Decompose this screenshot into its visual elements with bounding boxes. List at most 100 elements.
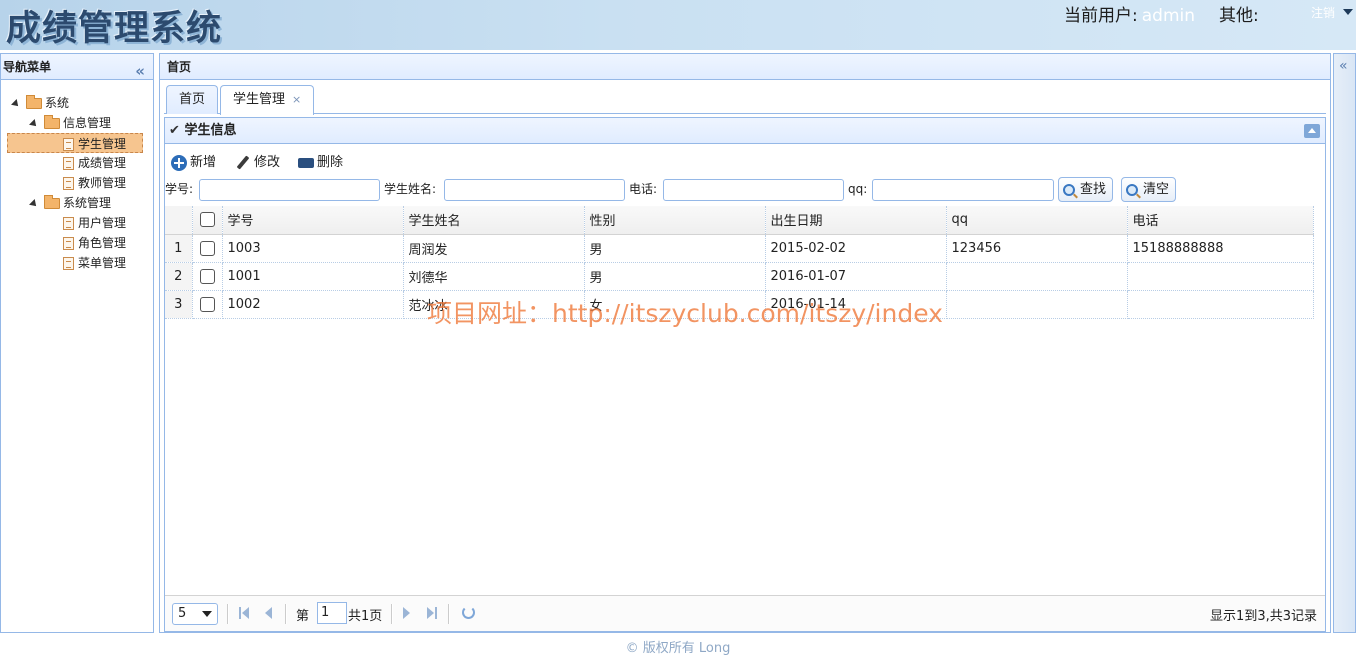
row-checkbox-cell[interactable] <box>192 234 223 263</box>
watermark-text: 项目网址：http://itszyclub.com/itszy/index <box>427 299 943 328</box>
tab-student-management[interactable]: 学生管理 × <box>220 85 315 115</box>
student-name-input[interactable] <box>444 179 625 201</box>
row-checkbox[interactable] <box>199 240 215 256</box>
edit-label: 修改 <box>254 155 281 170</box>
next-page-icon[interactable] <box>403 607 410 619</box>
tree-node-label: 信息管理 <box>63 116 112 130</box>
column-header-student-no[interactable]: 学号 <box>222 206 404 235</box>
tree-item-user-management[interactable]: 用户管理 <box>63 213 126 233</box>
select-all-checkbox-cell[interactable] <box>192 206 223 235</box>
row-number-header <box>165 206 193 235</box>
column-header-birth-date[interactable]: 出生日期 <box>765 206 947 235</box>
add-button[interactable]: 新增 <box>171 153 216 173</box>
page-prefix: 第 <box>296 609 310 624</box>
nav-header: 导航菜单 « <box>1 54 153 80</box>
search-icon <box>1063 183 1075 196</box>
checkmark-icon: ✔ <box>169 123 180 138</box>
chevron-down-icon[interactable] <box>1343 9 1353 15</box>
tree-item-label: 用户管理 <box>78 216 127 230</box>
add-icon <box>171 154 187 171</box>
cell-qq <box>946 290 1128 319</box>
column-header-student-name[interactable]: 学生姓名 <box>403 206 585 235</box>
pager-info: 显示1到3,共3记录 <box>1210 609 1317 624</box>
column-header-gender[interactable]: 性别 <box>584 206 766 235</box>
row-checkbox-cell[interactable] <box>192 290 223 319</box>
select-all-checkbox[interactable] <box>199 212 215 228</box>
nav-panel: 导航菜单 « 系统 信息管理 学生管理 成绩管理 教师管理 系统管理 用户管理 … <box>0 53 154 633</box>
pager-divider <box>391 604 393 624</box>
tree-item-teacher-management[interactable]: 教师管理 <box>63 173 126 193</box>
expand-right-icon[interactable]: « <box>1339 58 1348 74</box>
panel-header: ✔ 学生信息 <box>165 118 1325 144</box>
pencil-icon <box>235 155 251 171</box>
other-label: 其他: <box>1219 6 1259 26</box>
search-button-label: 查找 <box>1080 182 1107 197</box>
folder-icon <box>44 195 60 209</box>
cell-birth-date: 2016-01-07 <box>765 262 947 291</box>
student-no-label: 学号: <box>165 182 194 196</box>
panel-title: 学生信息 <box>184 123 237 138</box>
cell-qq <box>946 262 1128 291</box>
delete-button[interactable]: 删除 <box>298 153 343 173</box>
file-icon <box>63 177 74 190</box>
folder-icon <box>26 95 42 109</box>
row-checkbox[interactable] <box>199 296 215 312</box>
column-header-phone[interactable]: 电话 <box>1127 206 1314 235</box>
expand-arrow-icon[interactable] <box>29 198 39 209</box>
clear-button[interactable]: 清空 <box>1121 177 1177 202</box>
tree-item-role-management[interactable]: 角色管理 <box>63 233 126 253</box>
tree-item-label: 菜单管理 <box>78 256 127 270</box>
cell-qq: 123456 <box>946 234 1128 263</box>
close-icon[interactable]: × <box>292 93 301 106</box>
edit-button[interactable]: 修改 <box>235 153 280 173</box>
collapse-left-icon[interactable]: « <box>135 58 145 84</box>
current-user-label: 当前用户: <box>1064 6 1138 26</box>
last-page-icon[interactable] <box>427 607 434 619</box>
tree-item-score-management[interactable]: 成绩管理 <box>63 153 126 173</box>
tree-node-label: 系统 <box>45 96 70 110</box>
refresh-icon[interactable] <box>462 606 475 619</box>
qq-input[interactable] <box>872 179 1054 201</box>
east-collapsed-panel[interactable]: « <box>1333 53 1356 633</box>
tree-node-system-management[interactable]: 系统管理 <box>29 193 111 213</box>
search-button[interactable]: 查找 <box>1058 177 1114 202</box>
tree-node-info-management[interactable]: 信息管理 <box>29 113 112 133</box>
pager-divider <box>448 604 450 624</box>
delete-icon <box>298 157 314 168</box>
first-page-icon[interactable] <box>242 607 249 619</box>
pager-divider <box>227 604 229 624</box>
collapse-up-icon[interactable] <box>1304 124 1320 138</box>
row-checkbox-cell[interactable] <box>192 262 223 291</box>
nav-title: 导航菜单 <box>3 60 52 74</box>
clear-button-label: 清空 <box>1143 182 1170 197</box>
table-row[interactable]: 1 1003 周润发 男 2015-02-02 123456 151888888… <box>165 234 1314 263</box>
expand-arrow-icon[interactable] <box>29 118 39 129</box>
last-page-bar[interactable] <box>435 607 437 619</box>
prev-page-icon[interactable] <box>265 607 272 619</box>
username: admin <box>1141 6 1196 26</box>
file-icon <box>63 138 74 151</box>
tree-node-root[interactable]: 系统 <box>11 93 70 113</box>
delete-label: 删除 <box>317 155 344 170</box>
tree-item-label: 角色管理 <box>78 236 127 250</box>
app-header: 成绩管理系统 当前用户: admin 其他: 注销 <box>0 0 1356 50</box>
page-size-select[interactable]: 5 <box>172 603 218 625</box>
column-header-qq[interactable]: qq <box>946 206 1128 235</box>
student-name-label: 学生姓名: <box>384 182 437 196</box>
phone-input[interactable] <box>663 179 844 201</box>
tab-home[interactable]: 首页 <box>166 85 219 114</box>
row-checkbox[interactable] <box>199 268 215 284</box>
tree-item-label: 学生管理 <box>78 137 127 151</box>
page-number-input[interactable]: 1 <box>317 602 347 624</box>
file-icon <box>63 237 74 250</box>
logout-link[interactable]: 注销 <box>1311 4 1335 21</box>
first-page-bar[interactable] <box>239 607 241 619</box>
file-icon <box>63 157 74 170</box>
center-panel: 首页 首页 学生管理 × ✔ 学生信息 新增 修改 删除 学号: 学生姓名: 电话… <box>159 53 1331 633</box>
tree-item-menu-management[interactable]: 菜单管理 <box>63 253 126 273</box>
table-header-row: 学号 学生姓名 性别 出生日期 qq 电话 <box>165 206 1314 235</box>
expand-arrow-icon[interactable] <box>11 98 21 109</box>
table-row[interactable]: 2 1001 刘德华 男 2016-01-07 <box>165 262 1314 291</box>
tree-item-student-management[interactable]: 学生管理 <box>7 133 143 153</box>
student-no-input[interactable] <box>199 179 380 201</box>
